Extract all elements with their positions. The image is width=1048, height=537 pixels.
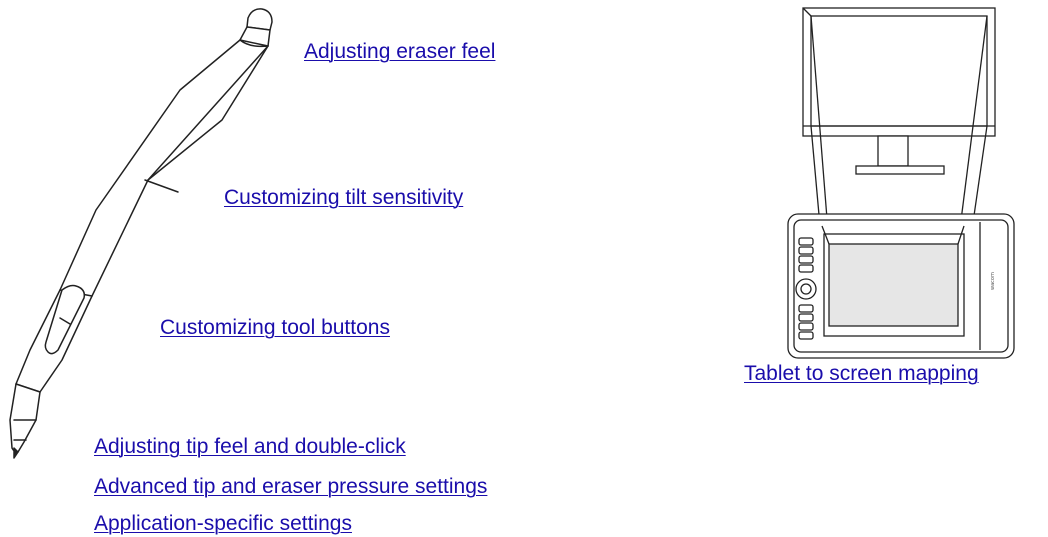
- link-adjusting-eraser-feel[interactable]: Adjusting eraser feel: [304, 40, 495, 64]
- monitor-stand-neck: [877, 135, 909, 167]
- tablet-active-area: [828, 243, 959, 327]
- link-application-specific-settings[interactable]: Application-specific settings: [94, 512, 352, 536]
- link-adjusting-tip-feel[interactable]: Adjusting tip feel and double-click: [94, 435, 406, 459]
- monitor-frame: [802, 7, 996, 137]
- monitor-stand-base: [855, 165, 945, 175]
- link-tablet-to-screen-mapping[interactable]: Tablet to screen mapping: [744, 362, 979, 386]
- tablet-logo: wacom: [990, 272, 996, 290]
- link-customizing-tool-buttons[interactable]: Customizing tool buttons: [160, 316, 390, 340]
- link-customizing-tilt-sensitivity[interactable]: Customizing tilt sensitivity: [224, 186, 463, 210]
- link-advanced-pressure-settings[interactable]: Advanced tip and eraser pressure setting…: [94, 475, 487, 499]
